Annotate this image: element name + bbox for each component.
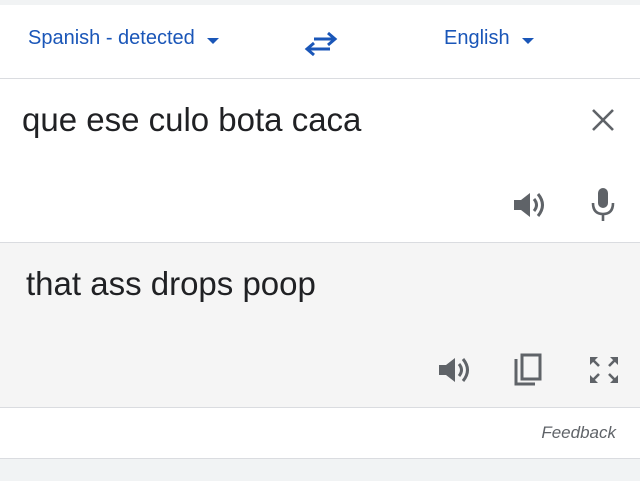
bottom-divider-strip (0, 459, 640, 481)
translated-text: that ass drops poop (26, 265, 316, 302)
language-bar: Spanish - detected English (0, 5, 640, 79)
feedback-row: Feedback (0, 408, 640, 459)
source-text-panel[interactable]: que ese culo bota caca (0, 79, 640, 243)
feedback-link[interactable]: Feedback (541, 423, 616, 443)
translation-panel: that ass drops poop (0, 243, 640, 408)
source-language-label: Spanish - detected (28, 27, 195, 49)
swap-arrows-icon[interactable] (304, 31, 338, 57)
microphone-icon[interactable] (590, 187, 616, 223)
caret-down-icon (521, 37, 534, 44)
caret-down-icon (206, 37, 219, 44)
source-text[interactable]: que ese culo bota caca (22, 101, 361, 139)
translate-app: Spanish - detected English que ese culo … (0, 0, 640, 481)
target-language-selector[interactable]: English (444, 27, 534, 50)
close-icon[interactable] (588, 105, 618, 135)
source-language-selector[interactable]: Spanish - detected (28, 27, 219, 50)
copy-icon[interactable] (513, 353, 543, 387)
speaker-icon[interactable] (437, 355, 473, 385)
fullscreen-icon[interactable] (588, 355, 620, 385)
target-language-label: English (444, 27, 510, 49)
speaker-icon[interactable] (512, 190, 548, 220)
